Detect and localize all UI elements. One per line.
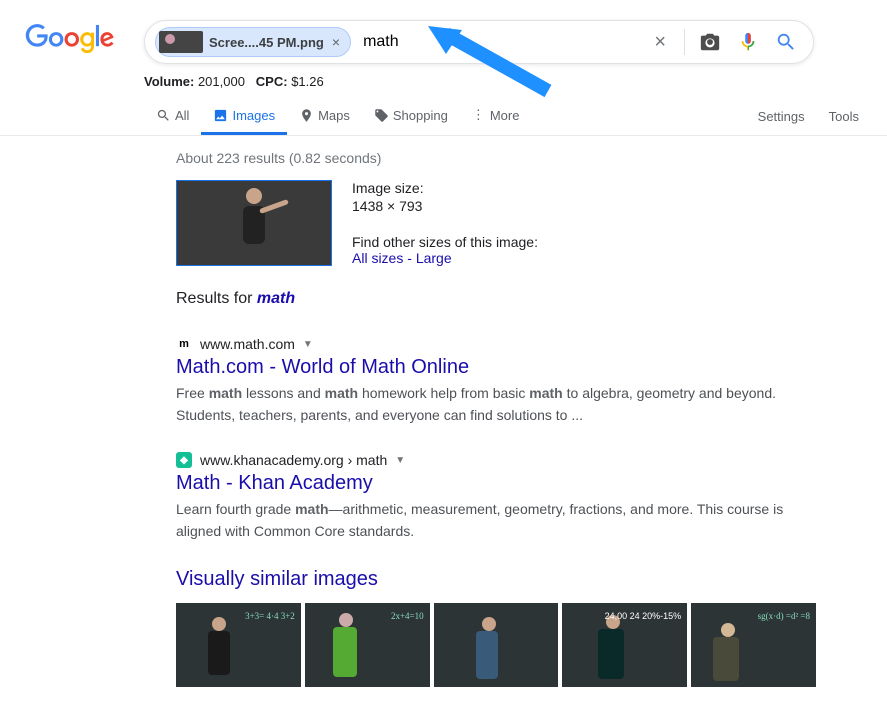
google-logo[interactable] <box>24 24 116 57</box>
dots-icon: ⋮ <box>472 107 486 123</box>
chevron-down-icon[interactable]: ▼ <box>303 339 313 350</box>
similar-image[interactable]: 2x+4=10 <box>305 603 430 687</box>
similar-images: 3+3= 4·4 3+2 2x+4=10 24,00 24 20%-15% sg… <box>176 603 816 687</box>
images-icon <box>213 108 228 123</box>
search-result: ◆ www.khanacademy.org › math ▼ Math - Kh… <box>176 452 816 542</box>
seo-meta: Volume: 201,000 CPC: $1.26 <box>144 74 887 89</box>
tab-shopping[interactable]: Shopping <box>362 97 460 135</box>
large-link[interactable]: Large <box>416 250 452 266</box>
snippet: Learn fourth grade math—arithmetic, meas… <box>176 498 816 542</box>
results-for: Results for math <box>176 290 816 308</box>
result-stats: About 223 results (0.82 seconds) <box>176 150 816 166</box>
tab-all[interactable]: All <box>144 97 201 135</box>
snippet: Free math lessons and math homework help… <box>176 382 816 426</box>
favicon: m <box>176 336 192 352</box>
pin-icon <box>299 108 314 123</box>
chip-thumbnail <box>159 31 203 53</box>
preview-info: Image size: 1438 × 793 Find other sizes … <box>352 180 538 266</box>
search-result: m www.math.com ▼ Math.com - World of Mat… <box>176 336 816 426</box>
search-icon[interactable] <box>767 31 805 53</box>
chip-filename: Scree....45 PM.png <box>209 35 324 50</box>
all-sizes-link[interactable]: All sizes <box>352 250 403 266</box>
tab-images[interactable]: Images <box>201 97 287 135</box>
result-title-link[interactable]: Math - Khan Academy <box>176 472 373 495</box>
search-bar: Scree....45 PM.png × × <box>144 20 814 64</box>
cite: www.math.com <box>200 336 295 352</box>
similar-image[interactable] <box>434 603 559 687</box>
source-image-preview[interactable] <box>176 180 332 266</box>
image-chip[interactable]: Scree....45 PM.png × <box>155 27 351 57</box>
tag-icon <box>374 108 389 123</box>
clear-icon[interactable]: × <box>642 31 678 54</box>
result-title-link[interactable]: Math.com - World of Math Online <box>176 356 469 379</box>
nav-tabs: All Images Maps Shopping ⋮ More <box>144 97 531 135</box>
chevron-down-icon[interactable]: ▼ <box>395 455 405 466</box>
cite: www.khanacademy.org › math <box>200 452 387 468</box>
settings-link[interactable]: Settings <box>758 109 805 124</box>
similar-image[interactable]: sg(x·d) =d² =8 <box>691 603 816 687</box>
camera-icon[interactable] <box>691 31 729 53</box>
tools-link[interactable]: Tools <box>829 109 859 124</box>
chip-remove-icon[interactable]: × <box>328 34 344 50</box>
favicon: ◆ <box>176 452 192 468</box>
tab-more[interactable]: ⋮ More <box>460 97 532 135</box>
similar-image[interactable]: 24,00 24 20%-15% <box>562 603 687 687</box>
similar-image[interactable]: 3+3= 4·4 3+2 <box>176 603 301 687</box>
search-input[interactable] <box>351 33 642 51</box>
search-small-icon <box>156 108 171 123</box>
similar-heading: Visually similar images <box>176 568 816 591</box>
tab-maps[interactable]: Maps <box>287 97 362 135</box>
mic-icon[interactable] <box>729 31 767 53</box>
divider <box>684 29 685 55</box>
